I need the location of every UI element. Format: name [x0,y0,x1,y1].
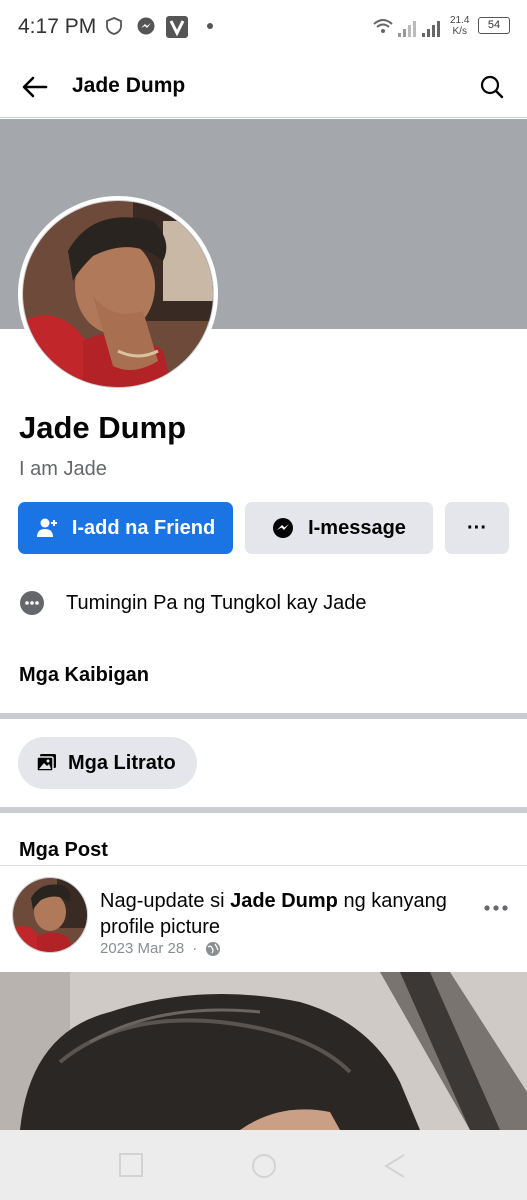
battery-icon: 54 [478,17,510,34]
about-link[interactable]: Tumingin Pa ng Tungkol kay Jade [20,588,367,618]
friends-section-title[interactable]: Mga Kaibigan [19,664,149,687]
status-time: 4:17 PM [18,15,97,38]
more-options-button[interactable]: ··· [445,502,509,554]
shield-status-icon [106,17,122,35]
posts-section-title: Mga Post [19,839,108,861]
more-dots-icon [20,591,44,615]
app-bar: Jade Dump [0,56,527,118]
network-speed-unit: K/s [452,26,467,37]
network-speed: 21.4 K/s [450,15,469,37]
about-link-label: Tumingin Pa ng Tungkol kay Jade [66,591,367,614]
post-author-name[interactable]: Jade Dump [230,890,338,912]
message-button[interactable]: I-message [245,502,433,554]
post-author-avatar[interactable] [12,877,88,953]
post-headline: Nag-update si Jade Dump ng kanyang profi… [100,888,470,940]
app-v-status-icon [166,16,188,38]
add-friend-label: I-add na Friend [71,516,216,539]
profile-picture[interactable] [18,196,218,392]
messenger-icon [273,518,294,538]
post-more-icon[interactable] [483,898,509,918]
photos-button[interactable]: Mga Litrato [18,737,197,789]
battery-level: 54 [487,19,501,31]
post-headline-prefix: Nag-update si [100,890,231,912]
add-friend-button[interactable]: I-add na Friend [18,502,233,554]
message-label: I-message [308,516,406,539]
arrow-left-icon[interactable] [18,70,52,104]
status-bar: 4:17 PM 21.4 K/s 54 [0,0,527,56]
back-nav-icon[interactable] [382,1152,408,1180]
search-icon[interactable] [475,70,509,104]
recents-nav-icon[interactable] [118,1152,144,1178]
photos-label: Mga Litrato [68,751,176,774]
globe-icon [206,941,221,956]
home-nav-icon[interactable] [250,1152,278,1180]
add-friend-icon [36,518,57,537]
section-divider [0,713,527,719]
post-image[interactable] [0,972,527,1130]
post-meta-separator: · [192,940,198,957]
post-meta: 2023 Mar 28 · [100,940,221,957]
wifi-signal-icon [373,19,440,37]
post-date[interactable]: 2023 Mar 28 [100,940,184,957]
profile-bio: I am Jade [19,458,107,480]
profile-picture-image [22,200,214,388]
page-title: Jade Dump [72,74,186,97]
profile-name: Jade Dump [19,410,187,445]
photos-icon [36,754,56,772]
system-nav-bar [0,1130,527,1200]
more-options-label: ··· [467,516,487,539]
messenger-status-icon [137,17,155,35]
section-divider [0,807,527,813]
post-separator [0,865,527,866]
notification-dot-icon [207,23,213,29]
network-speed-value: 21.4 [450,15,470,26]
